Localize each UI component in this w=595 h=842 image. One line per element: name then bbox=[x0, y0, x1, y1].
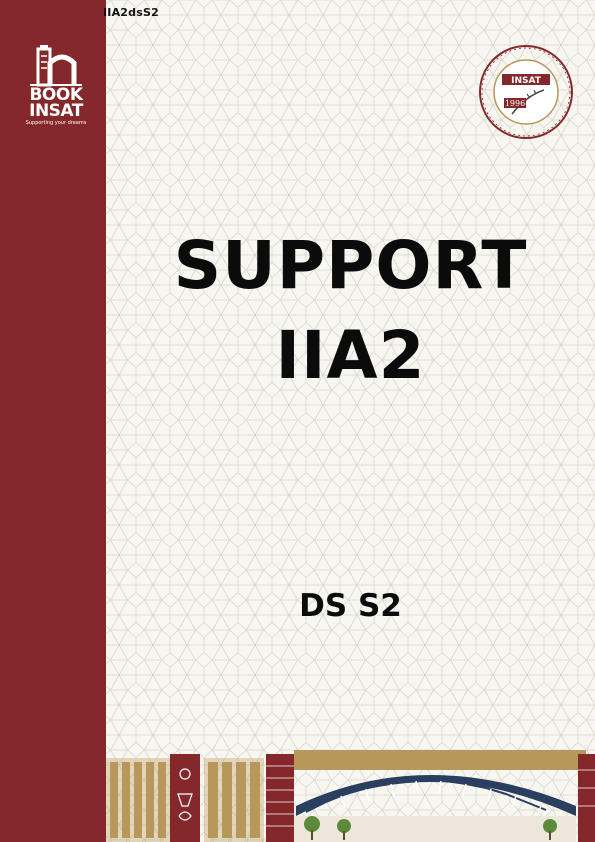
tree-icon bbox=[304, 816, 320, 832]
seal-year: 1996 bbox=[505, 99, 525, 108]
title-line-2: IIA2 bbox=[275, 317, 426, 394]
insat-seal: INSAT 1996 bbox=[478, 44, 574, 140]
book-icon bbox=[30, 45, 82, 87]
title-line-1: SUPPORT bbox=[173, 227, 528, 304]
logo-tagline: Supporting your dreams bbox=[25, 120, 87, 126]
tree-icon bbox=[543, 819, 557, 833]
book-insat-logo: BOOK INSAT Supporting your dreams bbox=[20, 43, 92, 133]
document-code: IIA2dsS2 bbox=[103, 6, 159, 19]
campus-illustration bbox=[106, 750, 595, 842]
seal-acronym: INSAT bbox=[511, 76, 542, 86]
logo-word-insat: INSAT bbox=[29, 101, 83, 121]
tree-icon bbox=[337, 819, 351, 833]
subtitle: DS S2 bbox=[299, 588, 402, 624]
